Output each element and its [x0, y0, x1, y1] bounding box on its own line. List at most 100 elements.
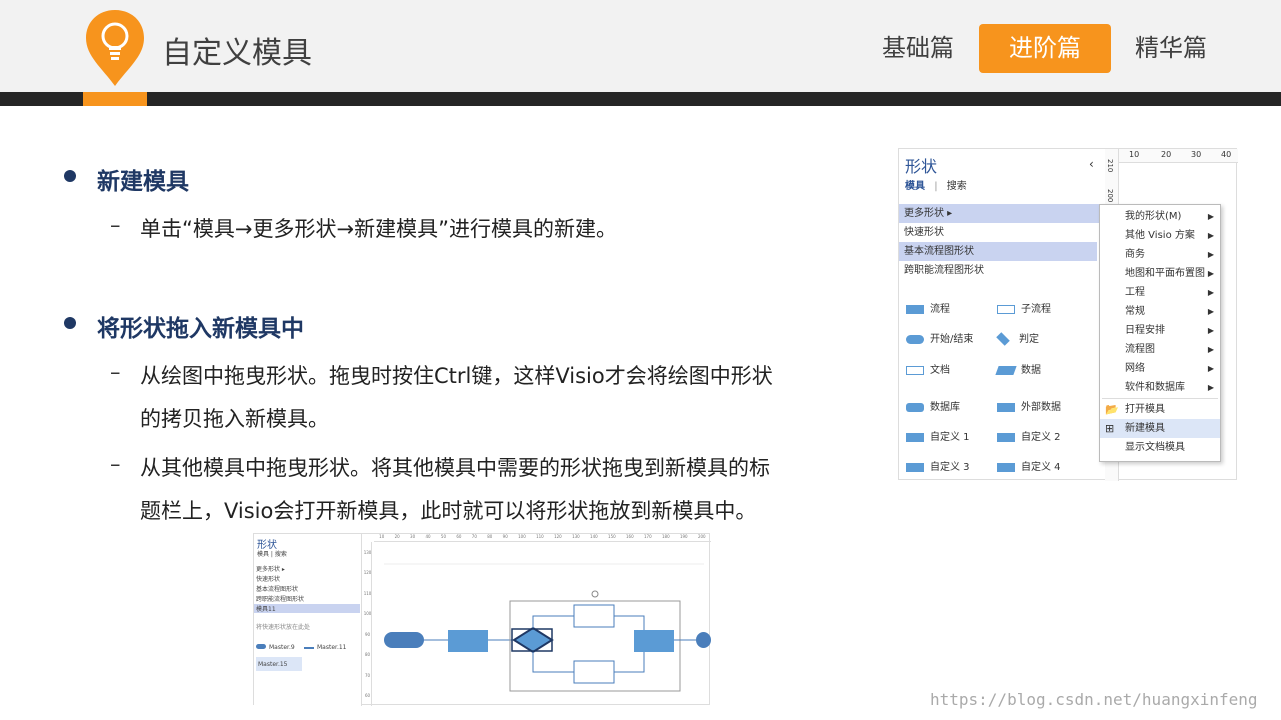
stencil-more-shapes[interactable]: 更多形状 ▸	[899, 204, 1109, 223]
drop-hint: 将快速形状放在此处	[256, 624, 311, 631]
visio-shapes-screenshot: 210 200 10 20 30 40 形状 ‹ 模具 | 搜索 更多形状 ▸ …	[898, 148, 1238, 481]
ruler-tick: 170	[644, 534, 652, 539]
shape-custom-4[interactable]: 自定义 4	[997, 458, 1061, 473]
shape-custom-1[interactable]: 自定义 1	[906, 428, 970, 443]
section-heading-new-stencil: 新建模具	[97, 169, 189, 195]
menu-item-my-shapes[interactable]: 我的形状(M) ▶	[1100, 207, 1220, 226]
menu-item-software-db[interactable]: 软件和数据库 ▶	[1100, 378, 1220, 397]
ruler-tick: 130	[572, 534, 580, 539]
master-item[interactable]: Master.11	[304, 644, 346, 651]
shape-custom-2[interactable]: 自定义 2	[997, 428, 1061, 443]
shape-database[interactable]: 数据库	[906, 398, 960, 413]
bullet-dot	[64, 317, 76, 329]
menu-item-other-visio[interactable]: 其他 Visio 方案 ▶	[1100, 226, 1220, 245]
header-accent-bar	[83, 92, 147, 106]
stencil-item[interactable]: 跨职能流程图形状	[256, 594, 304, 603]
ruler-tick: 90	[364, 631, 371, 637]
ruler-tick: 60	[456, 534, 462, 539]
shape-external-data[interactable]: 外部数据	[997, 398, 1061, 413]
collapse-icon[interactable]: ‹	[1089, 157, 1094, 171]
header-divider-bar	[0, 92, 1281, 106]
ruler-tick: 150	[608, 534, 616, 539]
ruler-tick: 80	[487, 534, 493, 539]
ruler-tick: 80	[364, 652, 371, 658]
ruler-tick: 10	[379, 534, 385, 539]
menu-item-engineering[interactable]: 工程 ▶	[1100, 283, 1220, 302]
dash: –	[110, 452, 121, 476]
ruler-tick: 90	[502, 534, 508, 539]
ruler-tick: 40	[425, 534, 431, 539]
shape-custom-3[interactable]: 自定义 3	[906, 458, 970, 473]
ruler-tick: 130	[363, 549, 372, 555]
master-item[interactable]: Master.15	[256, 657, 302, 671]
menu-item-new-stencil[interactable]: ⊞ 新建模具	[1100, 419, 1220, 438]
ruler-tick: 210	[1106, 159, 1114, 173]
ruler-tick: 20	[394, 534, 400, 539]
shapes-tabs: 模具 | 搜索	[257, 551, 287, 558]
tab-advanced[interactable]: 进阶篇	[979, 24, 1111, 73]
bullet-dot	[64, 170, 76, 182]
stencil-item[interactable]: 快速形状	[256, 574, 280, 583]
flowchart-canvas[interactable]	[374, 544, 711, 704]
ruler-tick: 200	[1106, 189, 1114, 203]
ruler-tick: 40	[1221, 150, 1232, 159]
tab-basic[interactable]: 基础篇	[852, 24, 984, 73]
ruler-tick: 60	[364, 693, 371, 699]
instruction-text: 题栏上，Visio会打开新模具，此时就可以将形状拖放到新模具中。	[140, 499, 757, 523]
stencil-basic-flowchart[interactable]: 基本流程图形状	[899, 242, 1097, 261]
ruler-tick: 10	[1129, 150, 1140, 159]
ruler-tick: 30	[1191, 150, 1202, 159]
menu-item-schedule[interactable]: 日程安排 ▶	[1100, 321, 1220, 340]
master-item[interactable]: Master.9	[256, 644, 295, 651]
horizontal-ruler: 10 20 30 40 50 60 70 80 90 100 110 120 1…	[374, 534, 711, 542]
menu-item-business[interactable]: 商务 ▶	[1100, 245, 1220, 264]
shape-process[interactable]: 流程	[906, 300, 950, 315]
ruler-tick: 160	[626, 534, 634, 539]
ruler-tick: 70	[471, 534, 477, 539]
shapes-tabs: 模具 | 搜索	[905, 181, 967, 192]
ruler-tick: 20	[1161, 150, 1172, 159]
shape-subprocess[interactable]: 子流程	[997, 300, 1051, 315]
shape-data[interactable]: 数据	[995, 361, 1041, 376]
instruction-text: 从绘图中拖曳形状。拖曳时按住Ctrl键，这样Visio才会将绘图中形状	[140, 364, 773, 388]
ruler-tick: 50	[440, 534, 447, 539]
ruler-tick: 190	[679, 534, 688, 539]
shapes-panel-title: 形状	[905, 157, 938, 176]
menu-item-maps[interactable]: 地图和平面布置图 ▶	[1100, 264, 1220, 283]
shape-start-end[interactable]: 开始/结束	[906, 330, 973, 345]
lightbulb-icon	[86, 10, 144, 86]
ruler-tick: 120	[554, 534, 562, 539]
ruler-tick: 180	[661, 534, 670, 539]
menu-item-open-stencil[interactable]: 📂 打开模具	[1100, 400, 1220, 419]
tab-search[interactable]: 搜索	[275, 551, 287, 558]
shape-decision[interactable]: 判定	[996, 330, 1039, 346]
menu-item-show-doc-stencil[interactable]: 显示文档模具	[1100, 438, 1220, 457]
visio-new-stencil-screenshot: 形状 模具 | 搜索 更多形状 ▸ 快速形状 基本流程图形状 跨职能流程图形状 …	[253, 533, 711, 706]
ruler-tick: 100	[518, 534, 526, 539]
vertical-ruler: 130 120 110 100 90 80 70 60	[364, 542, 372, 706]
ruler-tick: 30	[410, 534, 416, 539]
tab-stencils[interactable]: 模具	[905, 181, 925, 192]
tab-stencils[interactable]: 模具	[257, 551, 269, 558]
ruler-tick: 70	[364, 672, 371, 678]
menu-item-flowchart[interactable]: 流程图 ▶	[1100, 340, 1220, 359]
dash: –	[110, 360, 121, 384]
stencil-item[interactable]: 基本流程图形状	[256, 584, 298, 593]
watermark: https://blog.csdn.net/huangxinfeng	[930, 690, 1258, 709]
menu-item-network[interactable]: 网络 ▶	[1100, 359, 1220, 378]
more-shapes-menu: 我的形状(M) ▶ 其他 Visio 方案 ▶ 商务 ▶ 地图和平面布置图 ▶ 工程 ▶ …	[1099, 204, 1221, 462]
stencil-quick-shapes[interactable]: 快速形状	[899, 223, 1097, 242]
stencil-cross-functional[interactable]: 跨职能流程图形状	[899, 261, 1097, 280]
shape-document[interactable]: 文档	[906, 361, 950, 376]
stencil-item-new[interactable]: 模具11	[254, 604, 360, 613]
ruler-tick: 140	[590, 534, 598, 539]
stencil-item[interactable]: 更多形状 ▸	[256, 564, 285, 573]
instruction-text: 单击“模具→更多形状→新建模具”进行模具的新建。	[140, 217, 617, 241]
ruler-tick: 200	[697, 534, 706, 539]
menu-item-general[interactable]: 常规 ▶	[1100, 302, 1220, 321]
ruler-tick: 110	[536, 534, 544, 539]
tab-search[interactable]: 搜索	[947, 181, 967, 192]
instruction-text: 从其他模具中拖曳形状。将其他模具中需要的形状拖曳到新模具的标	[140, 456, 770, 480]
horizontal-ruler: 10 20 30 40	[1119, 149, 1238, 163]
tab-essence[interactable]: 精华篇	[1105, 24, 1237, 73]
